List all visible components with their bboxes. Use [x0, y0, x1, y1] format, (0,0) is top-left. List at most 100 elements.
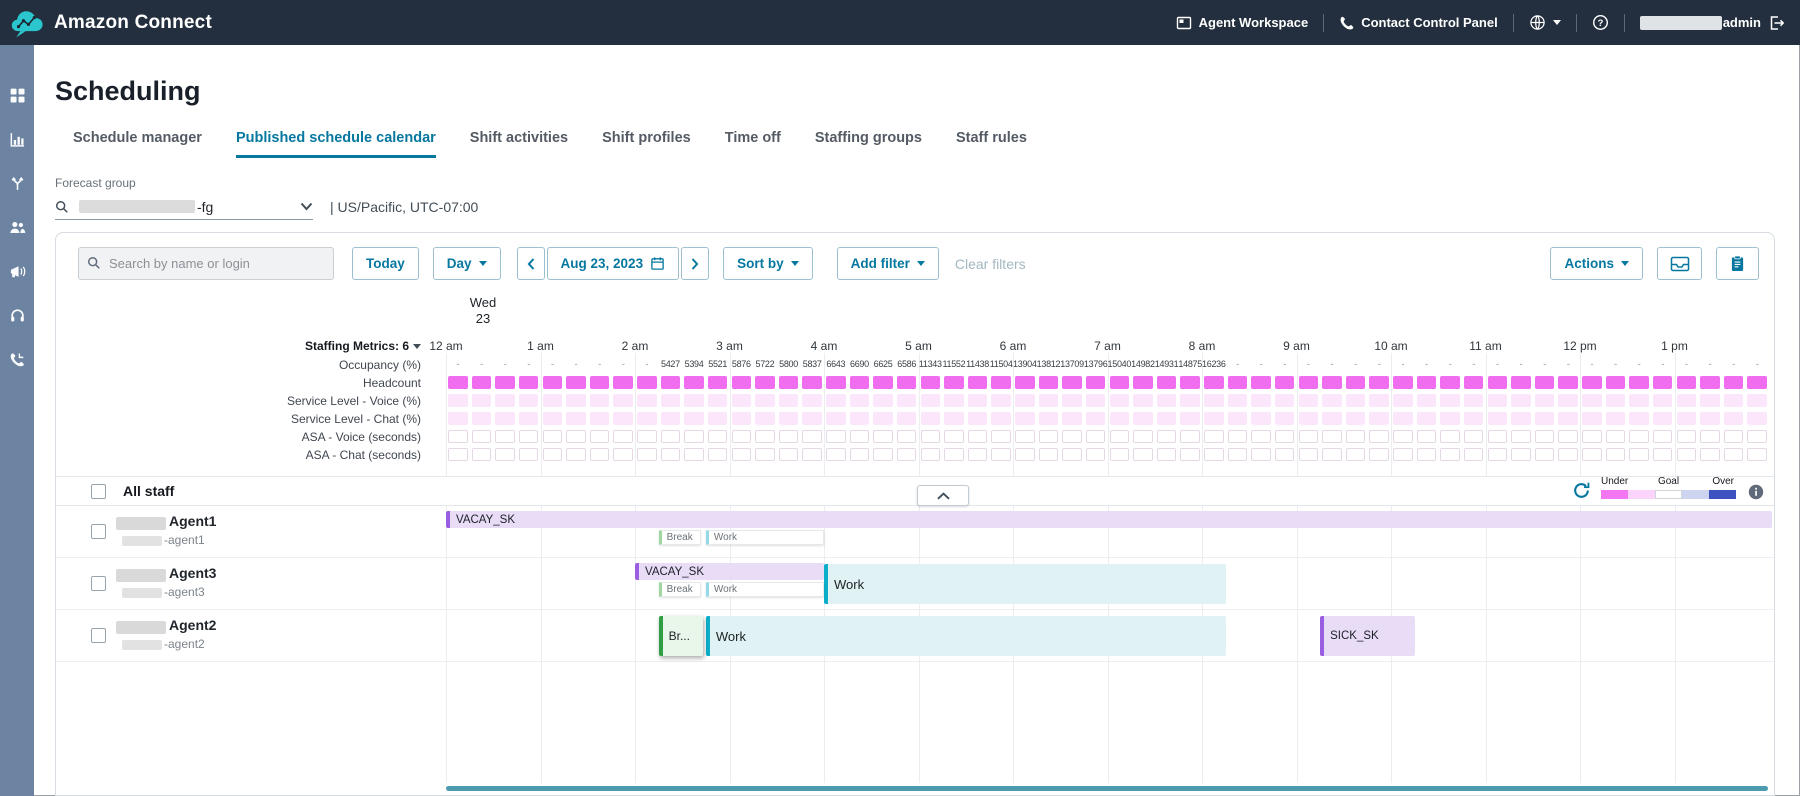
occupancy-value: 14931 — [1155, 356, 1179, 374]
occupancy-value: 5876 — [730, 356, 754, 374]
metric-cell — [1724, 448, 1744, 461]
help-button[interactable]: ? — [1592, 14, 1609, 31]
legend-swatch — [1601, 490, 1628, 499]
metric-cell — [1204, 412, 1224, 425]
forecast-group-value: -fg — [197, 199, 213, 215]
metric-cell — [873, 448, 893, 461]
metric-cell — [1110, 448, 1130, 461]
contact-control-panel-link[interactable]: Contact Control Panel — [1339, 15, 1498, 30]
language-selector[interactable] — [1529, 14, 1561, 31]
metric-cell — [1677, 376, 1697, 389]
metric-cell — [1180, 430, 1200, 443]
agent-workspace-link[interactable]: Agent Workspace — [1176, 15, 1309, 31]
actions-dropdown[interactable]: Actions — [1550, 247, 1643, 280]
horizontal-scrollbar[interactable] — [446, 786, 1768, 791]
metric-cell — [1700, 394, 1720, 407]
all-staff-checkbox[interactable] — [91, 484, 106, 499]
occupancy-value: - — [1249, 356, 1273, 374]
metric-cell — [1535, 430, 1555, 443]
tab-published-schedule-calendar[interactable]: Published schedule calendar — [236, 130, 436, 158]
metric-cell — [1157, 412, 1177, 425]
metric-cell — [779, 430, 799, 443]
routing-icon[interactable] — [9, 175, 26, 192]
agent-name: Agent2 — [169, 617, 216, 633]
view-mode-dropdown[interactable]: Day — [433, 247, 501, 280]
forecast-group-select[interactable]: -fg — [55, 194, 313, 220]
metric-cell — [732, 394, 752, 407]
time-axis-label: 5 am — [905, 339, 932, 353]
logout-icon[interactable] — [1768, 15, 1784, 31]
tab-schedule-manager[interactable]: Schedule manager — [73, 130, 202, 158]
metric-cell — [1582, 376, 1602, 389]
previous-day-button[interactable] — [517, 247, 545, 280]
activity-chip-work[interactable]: Work — [706, 530, 824, 545]
inbox-icon-button[interactable] — [1657, 247, 1702, 280]
add-filter-dropdown[interactable]: Add filter — [837, 247, 939, 280]
refresh-button[interactable] — [1572, 481, 1591, 500]
occupancy-value: 11343 — [919, 356, 943, 374]
date-picker-button[interactable]: Aug 23, 2023 — [547, 247, 680, 280]
schedule-card: Today Day Aug 23, 2023 Sort by — [55, 232, 1775, 796]
search-input[interactable] — [78, 247, 334, 280]
agent-checkbox[interactable] — [91, 576, 106, 591]
schedule-bar-work[interactable]: Work — [706, 616, 1226, 656]
metric-cell — [1228, 394, 1248, 407]
users-icon[interactable] — [9, 219, 26, 236]
metric-cell — [755, 412, 775, 425]
dashboard-icon[interactable] — [9, 87, 26, 104]
legend-swatch — [1628, 490, 1655, 499]
metric-cell — [779, 394, 799, 407]
schedule-bar-sick-sk[interactable]: SICK_SK — [1320, 616, 1415, 656]
metric-cell — [1700, 376, 1720, 389]
schedule-bar-br[interactable]: Br... — [659, 616, 703, 656]
metric-cell — [1558, 394, 1578, 407]
metric-cell — [495, 394, 515, 407]
user-menu[interactable]: admin — [1640, 15, 1784, 31]
staffing-metrics-dropdown[interactable]: Staffing Metrics: 6 — [56, 339, 421, 353]
agent-checkbox[interactable] — [91, 628, 106, 643]
metric-cell — [732, 376, 752, 389]
occupancy-value: - — [1722, 356, 1746, 374]
metric-cell — [1322, 430, 1342, 443]
agent-row-agent3: Agent3-agent3VACAY_SKWorkBreakWork — [56, 558, 1775, 610]
tab-shift-profiles[interactable]: Shift profiles — [602, 130, 691, 158]
occupancy-value: 11552 — [942, 356, 966, 374]
occupancy-value: - — [588, 356, 612, 374]
metric-cell — [1204, 394, 1224, 407]
clipboard-icon-button[interactable] — [1716, 247, 1759, 280]
activity-chip-break[interactable]: Break — [659, 530, 702, 545]
metric-cell — [1346, 394, 1366, 407]
info-icon[interactable] — [1748, 484, 1764, 500]
metric-cell — [968, 412, 988, 425]
tab-shift-activities[interactable]: Shift activities — [470, 130, 568, 158]
today-button[interactable]: Today — [352, 247, 419, 280]
schedule-bar-work[interactable]: Work — [824, 564, 1226, 604]
occupancy-value: - — [1627, 356, 1651, 374]
amazon-connect-logo-icon — [10, 7, 46, 39]
metric-cell — [1299, 430, 1319, 443]
tab-time-off[interactable]: Time off — [725, 130, 781, 158]
metric-cell — [1062, 376, 1082, 389]
metrics-icon[interactable] — [9, 131, 26, 148]
sort-by-dropdown[interactable]: Sort by — [723, 247, 813, 280]
tab-staffing-groups[interactable]: Staffing groups — [815, 130, 922, 158]
metric-cell — [1747, 448, 1767, 461]
metric-cell — [1133, 394, 1153, 407]
metric-cell — [1747, 394, 1767, 407]
schedule-bar-vacay-sk[interactable]: VACAY_SK — [635, 563, 824, 580]
announcements-icon[interactable] — [9, 263, 26, 280]
metric-cell — [1039, 412, 1059, 425]
next-day-button[interactable] — [681, 247, 709, 280]
calls-icon[interactable] — [9, 351, 26, 368]
activity-chip-break[interactable]: Break — [659, 582, 702, 597]
agent-checkbox[interactable] — [91, 524, 106, 539]
day-number-label: 23 — [456, 311, 510, 327]
time-axis-label: 11 am — [1469, 339, 1501, 353]
clear-filters-link[interactable]: Clear filters — [955, 256, 1026, 272]
headset-icon[interactable] — [9, 307, 26, 324]
collapse-metrics-button[interactable] — [917, 485, 969, 506]
schedule-bar-vacay-sk[interactable]: VACAY_SK — [446, 511, 1772, 528]
tab-staff-rules[interactable]: Staff rules — [956, 130, 1027, 158]
activity-chip-work[interactable]: Work — [706, 582, 824, 597]
occupancy-value: 5722 — [753, 356, 777, 374]
